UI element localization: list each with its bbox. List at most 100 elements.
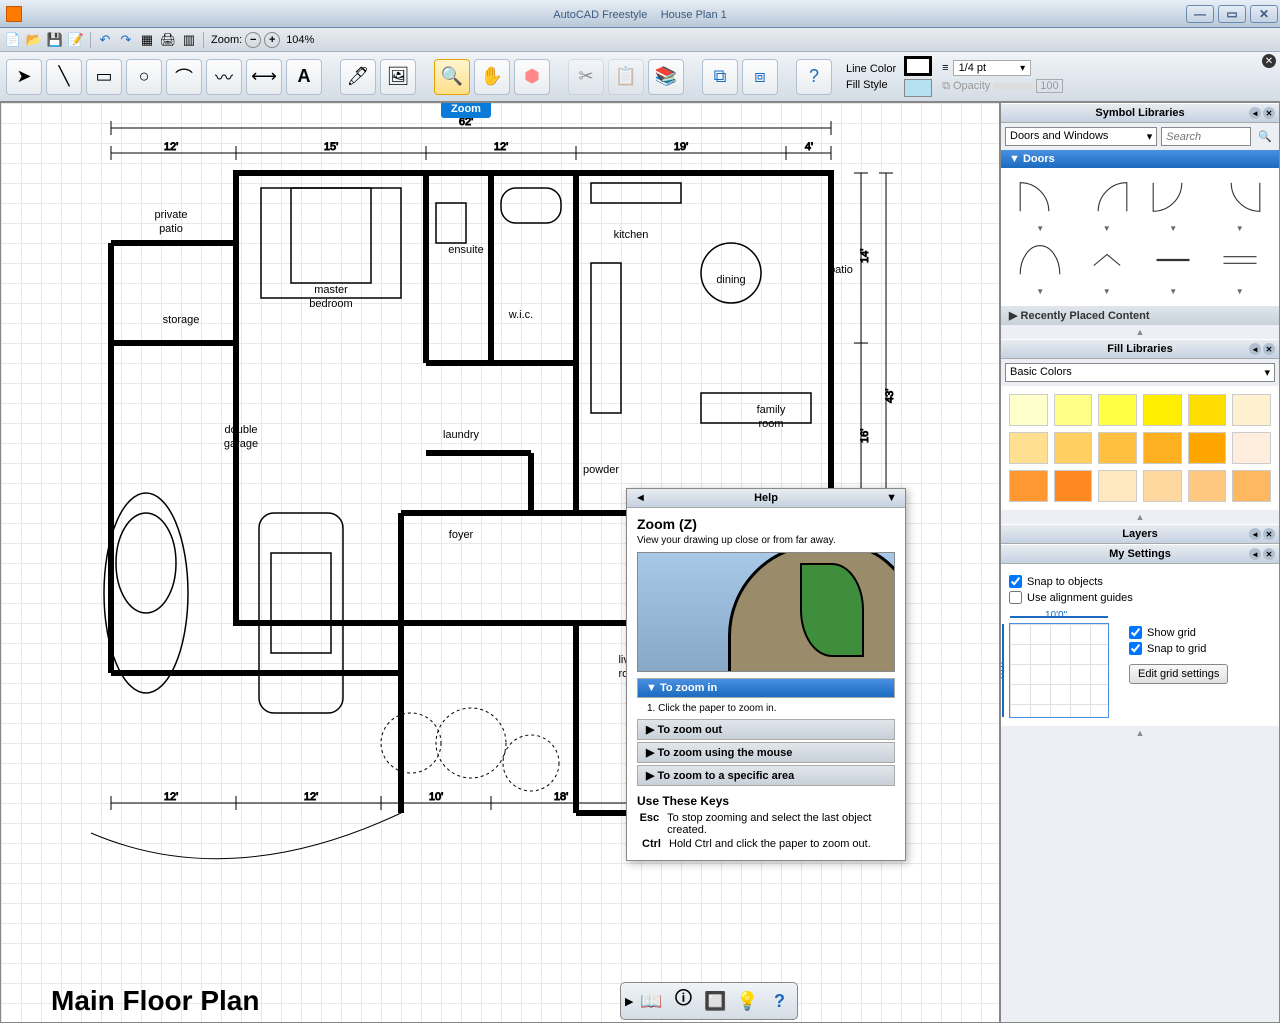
help-sect-zoom-mouse[interactable]: ▶ To zoom using the mouse (637, 742, 895, 763)
color-swatch[interactable] (1009, 432, 1048, 464)
color-swatch[interactable] (1054, 470, 1093, 502)
color-swatch[interactable] (1054, 394, 1093, 426)
save-icon[interactable]: 💾 (46, 31, 64, 49)
door-symbol[interactable]: ▼ (1144, 178, 1203, 233)
color-swatch[interactable] (1188, 394, 1227, 426)
door-symbol[interactable]: ▼ (1078, 241, 1137, 296)
grid-icon[interactable]: ▦ (138, 31, 156, 49)
new-icon[interactable]: 📄 (4, 31, 22, 49)
fill-swatch[interactable] (904, 79, 932, 97)
color-swatch[interactable] (1098, 470, 1137, 502)
expand-up-icon[interactable]: ▲ (1001, 325, 1279, 339)
expand-up-icon[interactable]: ▲ (1001, 726, 1279, 740)
dimension-tool[interactable]: ⟷ (246, 59, 282, 95)
text-tool[interactable]: A (286, 59, 322, 95)
snap-objects-checkbox[interactable]: Snap to objects (1009, 575, 1271, 588)
svg-text:43': 43' (884, 389, 896, 403)
layout-icon[interactable]: ▥ (180, 31, 198, 49)
canvas[interactable]: Zoom 62' 12' 15' 12' 19' 4' 43' (0, 102, 1000, 1023)
doors-category[interactable]: ▼ Doors (1001, 150, 1279, 168)
color-swatch[interactable] (1232, 470, 1271, 502)
arc-tool[interactable]: ⌒ (166, 59, 202, 95)
fill-libraries-header[interactable]: Fill Libraries◄✕ (1001, 339, 1279, 359)
library-tool[interactable]: 📚 (648, 59, 684, 95)
help-sect-zoom-in[interactable]: ▼ To zoom in (637, 678, 895, 698)
align-guides-checkbox[interactable]: Use alignment guides (1009, 591, 1271, 604)
show-grid-checkbox[interactable]: Show grid (1129, 626, 1228, 639)
door-symbol[interactable]: ▼ (1078, 178, 1137, 233)
cut-tool[interactable]: ✂ (568, 59, 604, 95)
line-tool[interactable]: ╲ (46, 59, 82, 95)
zoom-tool[interactable]: 🔍 (434, 59, 470, 95)
line-width-select[interactable]: 1/4 pt▾ (953, 60, 1032, 76)
minimize-button[interactable]: — (1186, 5, 1214, 23)
eraser-tool[interactable]: ⬢ (514, 59, 550, 95)
property-group: Line Color Fill Style (846, 63, 896, 91)
color-swatch[interactable] (1232, 432, 1271, 464)
color-swatch[interactable] (1188, 432, 1227, 464)
rect-tool[interactable]: ▭ (86, 59, 122, 95)
color-swatch[interactable] (1098, 394, 1137, 426)
color-swatch[interactable] (1054, 432, 1093, 464)
search-icon[interactable]: 🔍 (1258, 130, 1272, 143)
pan-tool[interactable]: ✋ (474, 59, 510, 95)
help-book-icon[interactable]: 📖 (637, 987, 665, 1015)
door-symbol[interactable]: ▼ (1211, 241, 1270, 296)
zoom-out-button[interactable]: − (245, 32, 261, 48)
toolbar: ➤ ╲ ▭ ○ ⌒ 〰 ⟷ A 🖊 🖼 🔍 ✋ ⬢ ✂ 📋 📚 ⧉ ⧈ ? Li… (0, 52, 1280, 102)
lightbulb-icon[interactable]: 💡 (733, 987, 761, 1015)
close-button[interactable]: ✕ (1250, 5, 1278, 23)
expand-up-icon[interactable]: ▲ (1001, 510, 1279, 524)
snap-grid-checkbox[interactable]: Snap to grid (1129, 642, 1228, 655)
color-swatch[interactable] (1098, 432, 1137, 464)
door-symbol[interactable]: ▼ (1144, 241, 1203, 296)
blocks-icon[interactable]: 🔲 (701, 987, 729, 1015)
undo-icon[interactable]: ↶ (96, 31, 114, 49)
zoom-label: Zoom: (211, 34, 242, 46)
color-swatch[interactable] (1143, 470, 1182, 502)
recent-content-category[interactable]: ▶ Recently Placed Content (1001, 306, 1279, 325)
color-swatch[interactable] (1009, 470, 1048, 502)
layers-header[interactable]: Layers◄✕ (1001, 524, 1279, 544)
edit-grid-button[interactable]: Edit grid settings (1129, 664, 1228, 684)
opacity-control[interactable]: ⧉Opacity 100 (942, 79, 1063, 93)
symbol-search-input[interactable] (1161, 127, 1251, 146)
color-swatch[interactable] (1232, 394, 1271, 426)
select-tool[interactable]: ➤ (6, 59, 42, 95)
help-sect-zoom-area[interactable]: ▶ To zoom to a specific area (637, 765, 895, 786)
print-icon[interactable]: 🖨 (159, 31, 177, 49)
group-tool[interactable]: ⧉ (702, 59, 738, 95)
curve-tool[interactable]: 〰 (206, 59, 242, 95)
brush-tool[interactable]: 🖊 (340, 59, 376, 95)
symbol-libraries-header[interactable]: Symbol Libraries◄✕ (1001, 103, 1279, 123)
help-tool[interactable]: ? (796, 59, 832, 95)
symbol-library-select[interactable]: Doors and Windows ▾ (1005, 127, 1157, 146)
svg-text:foyer: foyer (449, 529, 474, 541)
zoom-in-button[interactable]: + (264, 32, 280, 48)
line-color-swatch[interactable] (904, 56, 932, 76)
redo-icon[interactable]: ↷ (117, 31, 135, 49)
door-symbol[interactable]: ▼ (1211, 178, 1270, 233)
door-symbol[interactable]: ▼ (1011, 178, 1070, 233)
ungroup-tool[interactable]: ⧈ (742, 59, 778, 95)
door-symbol[interactable]: ▼ (1011, 241, 1070, 296)
info-icon[interactable]: 🛈 (669, 987, 697, 1015)
panel-close-icon[interactable]: ✕ (1262, 54, 1276, 68)
mysettings-header[interactable]: My Settings◄✕ (1001, 544, 1279, 564)
bottom-toolbar: ▶ 📖 🛈 🔲 💡 ? (620, 982, 798, 1020)
help-sect-zoom-out[interactable]: ▶ To zoom out (637, 719, 895, 740)
image-tool[interactable]: 🖼 (380, 59, 416, 95)
maximize-button[interactable]: ▭ (1218, 5, 1246, 23)
line-style-icon[interactable]: ≡ (942, 62, 948, 74)
color-swatch[interactable] (1143, 394, 1182, 426)
paste-tool[interactable]: 📋 (608, 59, 644, 95)
edit-icon[interactable]: 📝 (67, 31, 85, 49)
color-swatch[interactable] (1009, 394, 1048, 426)
question-icon[interactable]: ? (765, 987, 793, 1015)
color-swatch[interactable] (1143, 432, 1182, 464)
help-collapse-icon[interactable]: ▼ (886, 492, 897, 504)
fill-library-select[interactable]: Basic Colors▾ (1005, 363, 1275, 382)
color-swatch[interactable] (1188, 470, 1227, 502)
open-icon[interactable]: 📂 (25, 31, 43, 49)
circle-tool[interactable]: ○ (126, 59, 162, 95)
